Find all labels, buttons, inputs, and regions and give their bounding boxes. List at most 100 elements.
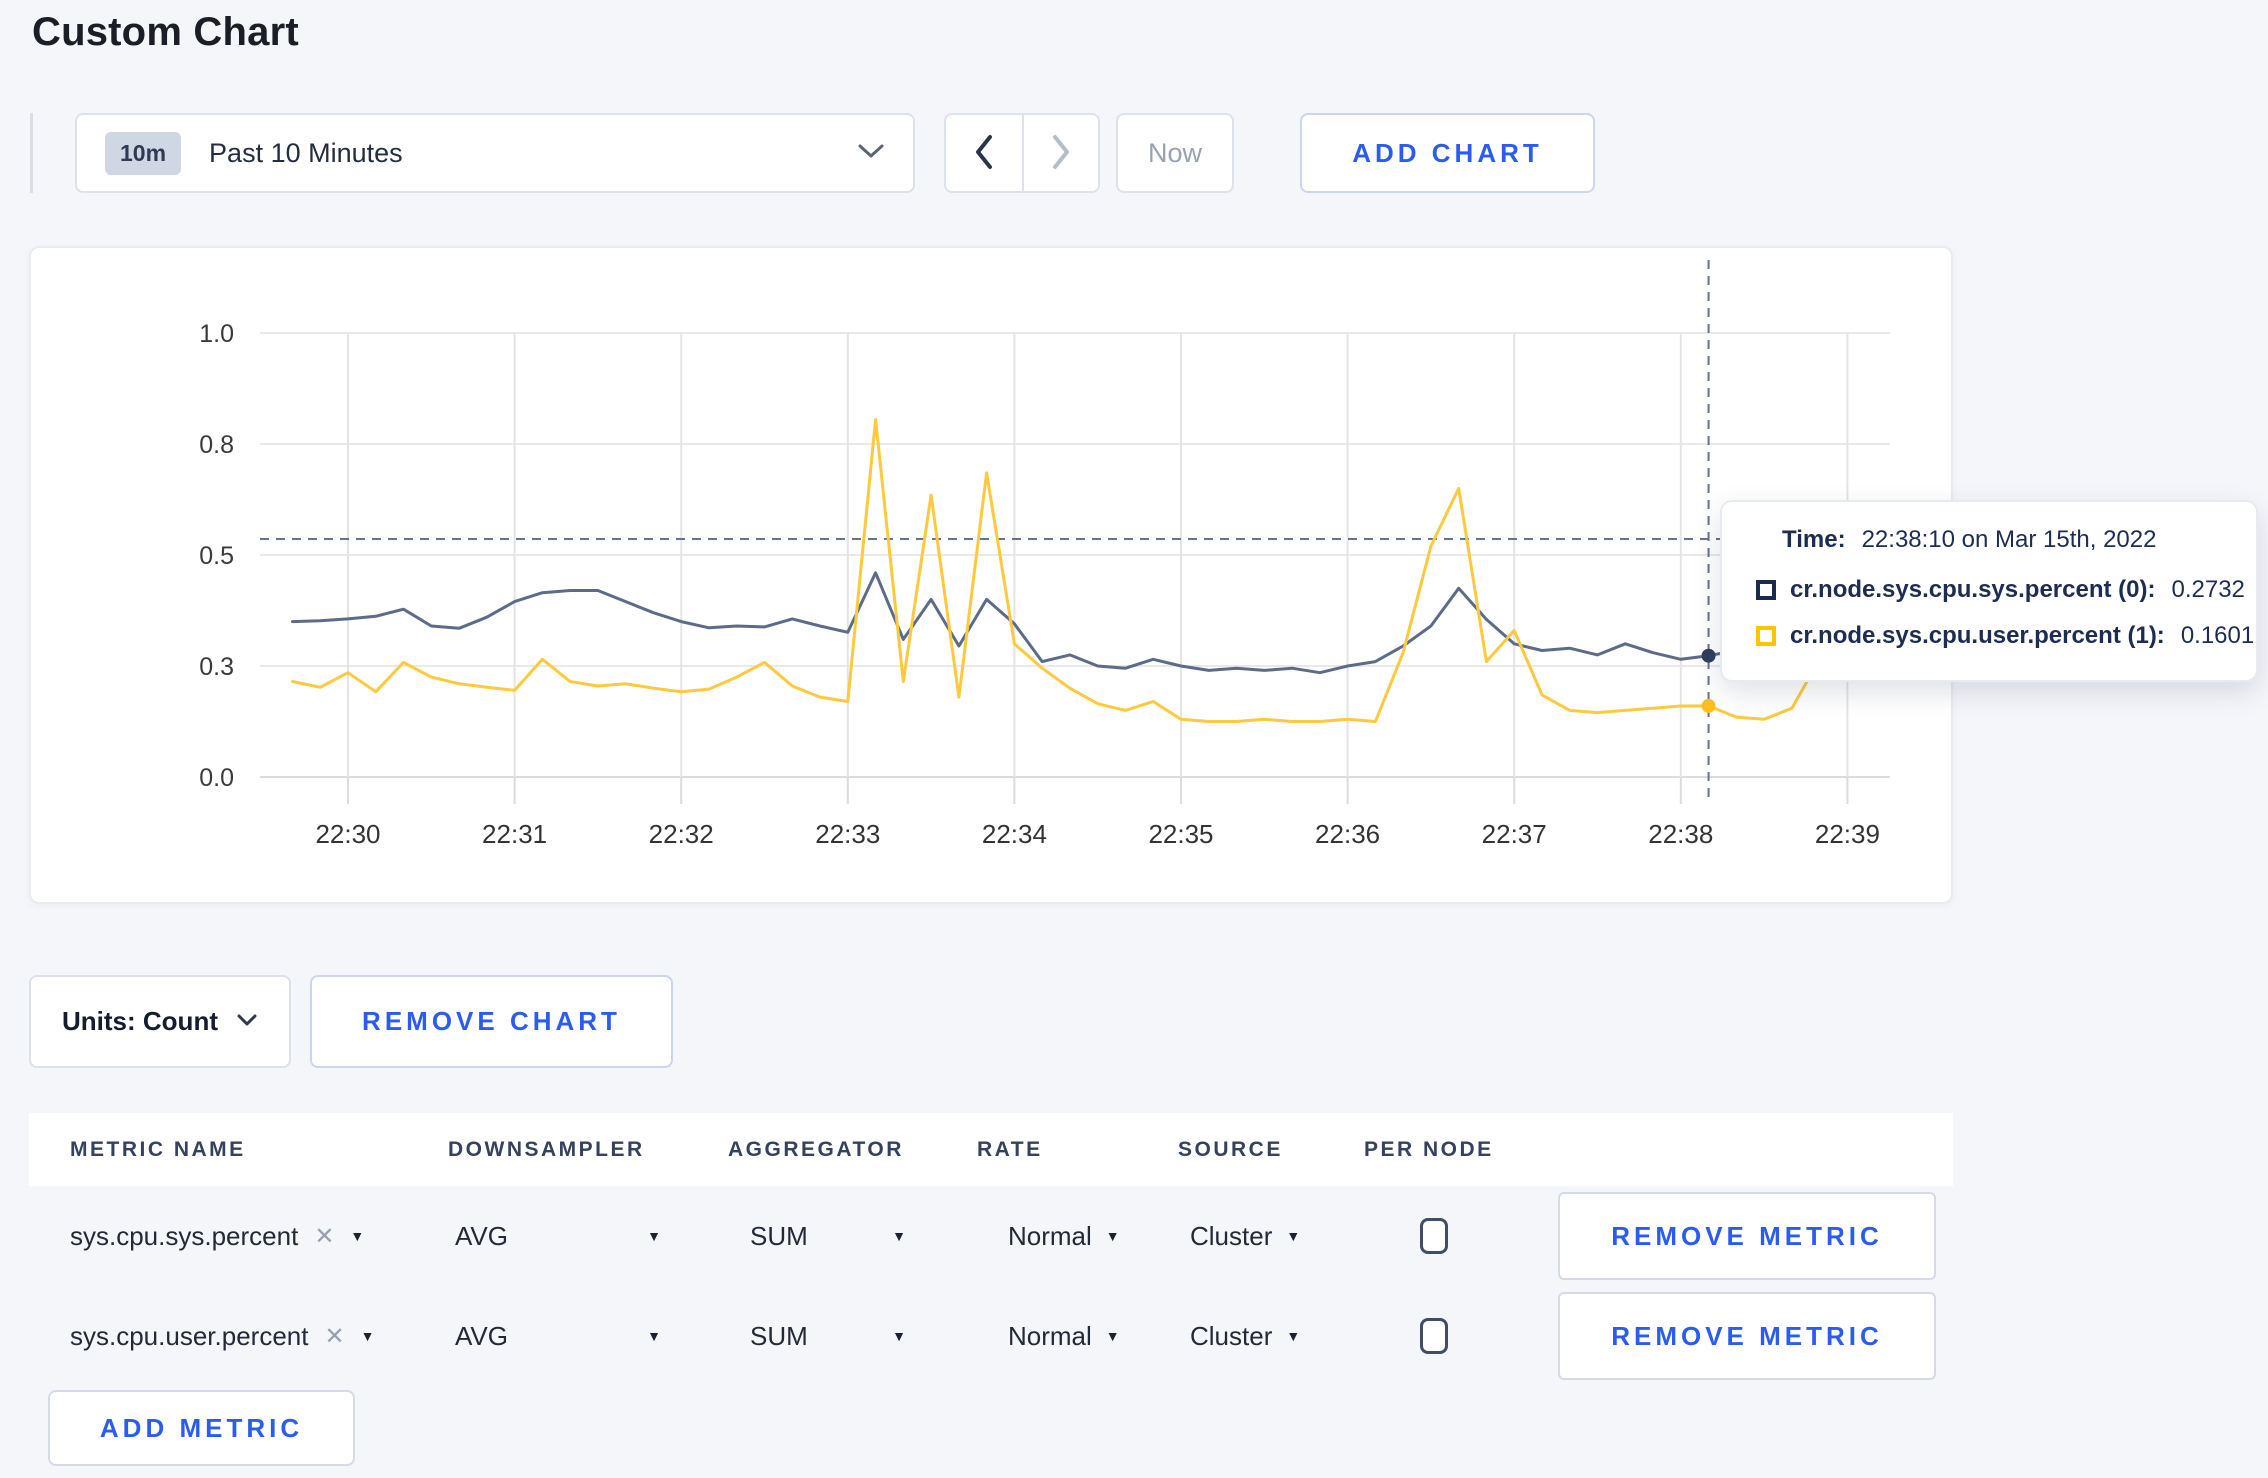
y-axis-tick-label: 0.5 (199, 542, 234, 570)
column-header: RATE (977, 1137, 1043, 1161)
chart-card: 1.0 0.8 0.5 0.3 0.0 22:30 22:31 22:32 22:33 22:34… (29, 246, 1953, 904)
column-header: DOWNSAMPLER (448, 1137, 645, 1161)
x-axis-tick-label: 22:30 (315, 819, 380, 849)
metrics-table-header: METRIC NAME DOWNSAMPLER AGGREGATOR RATE SOUR… (29, 1113, 1953, 1186)
rate-select[interactable]: Normal ▼ (948, 1221, 1149, 1252)
source-select[interactable]: Cluster ▼ (1149, 1221, 1335, 1252)
tooltip-series-label: cr.node.sys.cpu.user.percent (1): (1790, 622, 2165, 649)
tooltip-series-entry: cr.node.sys.cpu.user.percent (1): 0.1601 (1756, 622, 2256, 650)
chevron-down-icon (857, 142, 885, 165)
clear-metric-icon[interactable]: ✕ (314, 1222, 334, 1251)
caret-down-icon: ▼ (1105, 1228, 1120, 1244)
column-header: AGGREGATOR (728, 1137, 904, 1161)
metric-row: sys.cpu.user.percent ✕ ▼ AVG ▼ SUM ▼ Normal ▼ Clu… (29, 1286, 1953, 1386)
metrics-table-rows: sys.cpu.sys.percent ✕ ▼ AVG ▼ SUM ▼ Normal ▼ Clus… (29, 1186, 1953, 1386)
y-axis-tick-label: 0.0 (199, 764, 234, 792)
hover-point-dot (1701, 648, 1716, 663)
x-axis-tick-label: 22:36 (1315, 819, 1380, 849)
toolbar-left-rule (30, 113, 33, 193)
tooltip-time-value: 22:38:10 on Mar 15th, 2022 (1861, 526, 2157, 553)
tooltip-series-label: cr.node.sys.cpu.sys.percent (0): (1790, 576, 2156, 603)
chart-tooltip: Time: 22:38:10 on Mar 15th, 2022 cr.node.… (1720, 500, 2258, 682)
y-axis-tick-label: 0.3 (199, 653, 234, 681)
row-action-cell: REMOVE METRIC (1515, 1192, 1953, 1280)
tooltip-time-label: Time: (1782, 526, 1846, 553)
units-label: Units: Count (62, 1006, 218, 1036)
x-axis-tick-label: 22:31 (482, 819, 547, 849)
now-button[interactable]: Now (1116, 113, 1234, 193)
add-chart-button[interactable]: ADD CHART (1300, 113, 1595, 193)
per-node-checkbox[interactable] (1420, 1318, 1448, 1354)
caret-down-icon: ▼ (1105, 1328, 1120, 1344)
tooltip-time: Time: 22:38:10 on Mar 15th, 2022 (1756, 526, 2256, 554)
rate-select-value: Normal (1008, 1320, 1092, 1351)
time-back-button[interactable] (946, 115, 1022, 191)
downsampler-select[interactable]: AVG ▼ (419, 1321, 699, 1352)
source-select[interactable]: Cluster ▼ (1149, 1321, 1335, 1352)
units-select[interactable]: Units: Count (29, 975, 291, 1068)
per-node-cell (1335, 1218, 1515, 1254)
metric-name-select[interactable]: sys.cpu.user.percent ✕ ▼ (29, 1321, 419, 1352)
caret-down-icon: ▼ (647, 1328, 661, 1344)
time-pager (944, 113, 1100, 193)
clear-metric-icon[interactable]: ✕ (324, 1322, 344, 1351)
chevron-right-icon (1050, 134, 1072, 173)
x-axis-tick-label: 22:38 (1648, 819, 1713, 849)
x-axis-tick-label: 22:39 (1815, 819, 1880, 849)
column-header: PER NODE (1364, 1137, 1494, 1161)
y-axis-tick-label: 1.0 (199, 320, 234, 348)
metric-row: sys.cpu.sys.percent ✕ ▼ AVG ▼ SUM ▼ Normal ▼ Clus… (29, 1186, 1953, 1286)
caret-down-icon: ▼ (1286, 1228, 1301, 1244)
column-header: METRIC NAME (70, 1137, 246, 1161)
hover-point-dot (1701, 698, 1716, 713)
y-axis-tick-label: 0.8 (199, 431, 234, 459)
caret-down-icon: ▼ (360, 1328, 375, 1344)
series-swatch-icon (1756, 580, 1776, 600)
tooltip-series-value: 0.1601 (2180, 622, 2255, 649)
series-line (291, 571, 1877, 675)
caret-down-icon: ▼ (892, 1228, 906, 1244)
remove-metric-button[interactable]: REMOVE METRIC (1558, 1192, 1936, 1280)
tooltip-series-entry: cr.node.sys.cpu.sys.percent (0): 0.2732 (1756, 576, 2256, 604)
time-range-label: Past 10 Minutes (209, 137, 403, 168)
aggregator-select-value: SUM (750, 1320, 808, 1351)
x-axis-tick-label: 22:37 (1482, 819, 1547, 849)
source-select-value: Cluster (1190, 1220, 1273, 1251)
chevron-down-icon (236, 1013, 258, 1030)
aggregator-select-value: SUM (750, 1220, 808, 1251)
chevron-left-icon (973, 134, 995, 173)
time-forward-button[interactable] (1021, 115, 1098, 191)
remove-chart-button[interactable]: REMOVE CHART (310, 975, 673, 1068)
column-header: SOURCE (1178, 1137, 1283, 1161)
x-axis-tick-label: 22:34 (982, 819, 1047, 849)
caret-down-icon: ▼ (892, 1328, 906, 1344)
metric-name-value: sys.cpu.user.percent (70, 1320, 309, 1351)
time-range-select[interactable]: 10m Past 10 Minutes (75, 113, 915, 193)
source-select-value: Cluster (1190, 1320, 1273, 1351)
series-line (291, 418, 1877, 723)
downsampler-select-value: AVG (455, 1320, 508, 1351)
row-action-cell: REMOVE METRIC (1515, 1292, 1953, 1380)
time-range-badge: 10m (105, 131, 182, 175)
metric-name-select[interactable]: sys.cpu.sys.percent ✕ ▼ (29, 1221, 419, 1252)
line-chart[interactable]: 1.0 0.8 0.5 0.3 0.0 22:30 22:31 22:32 22:33 22:34… (31, 248, 1951, 902)
remove-metric-button[interactable]: REMOVE METRIC (1558, 1292, 1936, 1380)
per-node-cell (1335, 1318, 1515, 1354)
aggregator-select[interactable]: SUM ▼ (699, 1221, 948, 1252)
downsampler-select-value: AVG (455, 1220, 508, 1251)
aggregator-select[interactable]: SUM ▼ (699, 1321, 948, 1352)
add-metric-button[interactable]: ADD METRIC (48, 1390, 355, 1466)
metric-name-value: sys.cpu.sys.percent (70, 1220, 299, 1251)
per-node-checkbox[interactable] (1420, 1218, 1448, 1254)
caret-down-icon: ▼ (350, 1228, 365, 1244)
tooltip-series-value: 0.2732 (2171, 576, 2245, 603)
downsampler-select[interactable]: AVG ▼ (419, 1221, 699, 1252)
rate-select[interactable]: Normal ▼ (948, 1321, 1149, 1352)
x-axis-tick-label: 22:32 (649, 819, 714, 849)
page-title: Custom Chart (32, 10, 299, 54)
series-swatch-icon (1756, 626, 1776, 646)
caret-down-icon: ▼ (647, 1228, 661, 1244)
x-axis-tick-label: 22:33 (815, 819, 880, 849)
caret-down-icon: ▼ (1286, 1328, 1301, 1344)
x-axis-tick-label: 22:35 (1148, 819, 1213, 849)
